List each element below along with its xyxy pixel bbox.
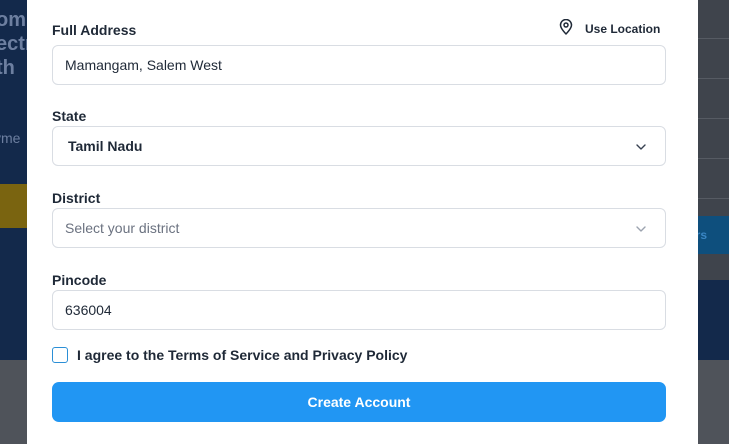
background-divider [697,38,729,39]
address-label: Full Address [52,22,137,38]
background-divider [697,118,729,119]
pincode-input[interactable]: 636004 [52,290,666,330]
state-select-value: Tamil Nadu [68,138,143,154]
pincode-label: Pincode [52,272,107,288]
background-hero-subtext: yme [0,130,21,146]
chevron-down-icon [635,140,647,152]
address-input[interactable]: Mamangam, Salem West [52,45,666,85]
use-location-button[interactable]: Use Location [559,18,661,40]
create-account-button[interactable]: Create Account [52,382,666,422]
signup-modal: Full Address Use Location Mamangam, Sale… [27,0,698,444]
pincode-input-value: 636004 [65,302,112,318]
district-select-placeholder: Select your district [65,220,180,236]
background-band-text: ers [697,216,729,254]
background-accent-block [0,184,30,228]
use-location-label: Use Location [585,22,661,36]
background-divider [697,198,729,199]
district-select[interactable]: Select your district [52,208,666,248]
background-right-edge: ers [697,0,729,360]
terms-label[interactable]: I agree to the Terms of Service and Priv… [77,347,407,363]
chevron-down-icon [635,222,647,234]
map-pin-icon [559,18,573,40]
district-label: District [52,190,101,206]
address-input-value: Mamangam, Salem West [65,57,222,73]
background-dark-band [697,280,729,360]
background-divider [697,78,729,79]
terms-checkbox[interactable] [52,347,68,363]
terms-agreement: I agree to the Terms of Service and Priv… [52,347,407,363]
state-select[interactable]: Tamil Nadu [52,126,666,166]
background-divider [697,158,729,159]
state-label: State [52,108,87,124]
